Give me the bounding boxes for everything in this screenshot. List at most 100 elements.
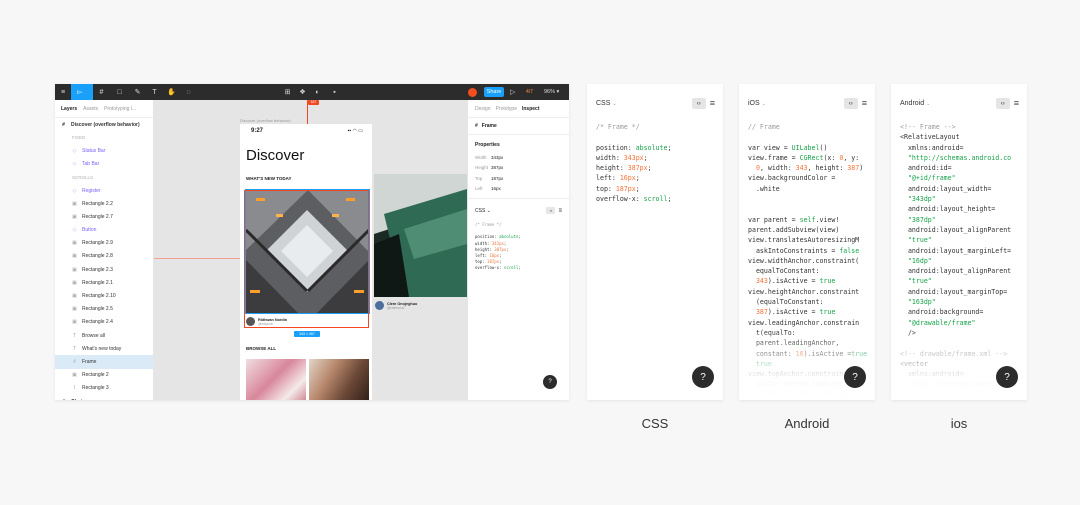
shape-tool-icon[interactable]: □: [113, 84, 126, 100]
layer-row[interactable]: ▣ Rectangle 2.1: [55, 276, 153, 289]
css-code-block[interactable]: /* Frame */ position: absolute; width: 3…: [596, 122, 721, 204]
layer-row[interactable]: # Discover (overflow behavior): [55, 118, 153, 131]
zoom-select[interactable]: 96% ▾: [544, 84, 559, 100]
layer-row[interactable]: ▣ Rectangle 2.4: [55, 316, 153, 329]
layer-row[interactable]: ▣ Rectangle 2.5: [55, 303, 153, 316]
property-value[interactable]: 16px: [491, 186, 501, 191]
layer-row[interactable]: FIXED: [55, 131, 153, 144]
property-value[interactable]: 343px: [491, 155, 503, 160]
tab-prototype[interactable]: Prototype: [496, 106, 517, 112]
layer-row[interactable]: ◇ Button: [55, 224, 153, 237]
grid-icon[interactable]: ⊞: [281, 84, 294, 100]
layer-row[interactable]: ▣ Rectangle 2: [55, 369, 153, 382]
frame-tool-icon[interactable]: #: [95, 84, 108, 100]
frame-name: Frame: [481, 123, 497, 129]
boolean-icon[interactable]: ▪: [328, 84, 341, 100]
text-tool-icon[interactable]: T: [148, 84, 161, 100]
frame-label[interactable]: Discover (overflow behavior): [240, 118, 291, 123]
canvas[interactable]: Discover (overflow behavior) 187 9:27 ▪▪…: [154, 100, 467, 400]
pink-photo[interactable]: [246, 359, 306, 400]
layer-row[interactable]: # Frame: [55, 355, 153, 369]
layer-label: What's new today: [82, 345, 122, 352]
help-button[interactable]: ?: [996, 366, 1018, 388]
pen-tool-icon[interactable]: ✎: [131, 84, 144, 100]
author-handle: @ridzjcob: [258, 321, 273, 326]
list-icon[interactable]: ≡: [862, 99, 867, 108]
list-icon[interactable]: ≡: [1014, 99, 1019, 108]
contrast-icon[interactable]: ◐: [311, 84, 324, 100]
layer-label: Browse all: [82, 332, 106, 339]
hand-tool-icon[interactable]: ✋: [165, 84, 178, 100]
status-time: 9:27: [251, 128, 264, 134]
code-line: top: 187px;: [475, 259, 502, 265]
layer-row[interactable]: I Rectangle 3: [55, 382, 153, 395]
property-list: Width 343px Height 387px Top 187px Left 16px: [475, 152, 562, 194]
code-view-button[interactable]: ‹›: [995, 98, 1010, 109]
code-language-select[interactable]: CSS ⌄: [475, 208, 491, 214]
list-icon[interactable]: ≡: [558, 208, 562, 214]
avatar: [375, 301, 384, 310]
code-view-button[interactable]: ‹›: [546, 207, 556, 214]
tab-assets[interactable]: Assets: [83, 106, 98, 112]
code-view-button[interactable]: ‹›: [691, 98, 706, 109]
android-code-card: Android ⌄ ‹› ≡ <!-- Frame --> <RelativeLa…: [891, 84, 1027, 400]
layer-label: Button: [82, 227, 97, 234]
scroll-fade: [891, 330, 1027, 400]
present-icon[interactable]: ▷: [510, 84, 515, 100]
text-layer-icon: T: [72, 345, 77, 352]
language-select[interactable]: CSS ⌄: [596, 100, 617, 107]
browse-all-heading: BROWSE ALL: [246, 346, 277, 351]
component-icon[interactable]: ❖: [296, 84, 309, 100]
layer-row[interactable]: SCROLLS: [55, 171, 153, 184]
property-value[interactable]: 187px: [491, 176, 503, 181]
scroll-fade: [587, 330, 723, 400]
layer-label: Rectangle 2.5: [82, 306, 113, 313]
tab-design[interactable]: Design: [475, 106, 491, 112]
figma-toolbar: ≡ ▻ ⌄ # □ ✎ T ✋ ◌ ⊞ ❖ ◐ ▪ Share ▷ 4/7 96%…: [55, 84, 569, 100]
tab-layers[interactable]: Layers: [61, 106, 77, 112]
comment-tool-icon[interactable]: ◌: [182, 84, 195, 100]
menu-icon[interactable]: ≡: [55, 84, 71, 100]
layer-row[interactable]: ▣ Rectangle 2.3: [55, 263, 153, 276]
author-row: Clem Onojeghuo @clemono2: [375, 301, 417, 310]
phone-frame[interactable]: 9:27 ▪▪ ◠ ▭ Discover WHAT'S NEW TODAY Ri…: [240, 124, 372, 400]
inspect-panel: Design Prototype Inspect # Frame Propert…: [467, 100, 569, 400]
language-select[interactable]: iOS ⌄: [748, 100, 766, 107]
layer-row[interactable]: ▣ Rectangle 2.2: [55, 197, 153, 210]
frame-icon: #: [475, 123, 478, 129]
code-view-button[interactable]: ‹›: [843, 98, 858, 109]
layer-row[interactable]: ◇ Register: [55, 184, 153, 197]
layer-row[interactable]: # Chats: [55, 395, 153, 400]
list-icon[interactable]: ≡: [710, 99, 715, 108]
layer-row[interactable]: ▣ Rectangle 2.7: [55, 210, 153, 223]
move-tool-button[interactable]: ▻ ⌄: [71, 84, 93, 100]
property-value[interactable]: 387px: [491, 165, 503, 170]
share-button[interactable]: Share: [484, 87, 504, 97]
top-measure-badge: 187: [308, 100, 319, 105]
car-photo[interactable]: [374, 174, 467, 297]
help-button[interactable]: ?: [844, 366, 866, 388]
language-select[interactable]: Android ⌄: [900, 100, 930, 107]
tab-inspect[interactable]: Inspect: [522, 106, 540, 112]
layer-row[interactable]: T Browse all: [55, 329, 153, 342]
layer-row[interactable]: ◇ Tab Bar: [55, 158, 153, 171]
help-button[interactable]: ?: [543, 375, 557, 389]
component-icon: ◇: [72, 161, 77, 168]
chevron-down-icon: ⌄: [83, 89, 87, 95]
code-snippet[interactable]: /* Frame */ position: absolute; width: 3…: [475, 222, 562, 272]
brown-photo[interactable]: [309, 359, 369, 400]
layer-row[interactable]: T What's new today: [55, 342, 153, 355]
layer-row[interactable]: ▣ Rectangle 2.9: [55, 237, 153, 250]
cursor-icon: ▻: [77, 89, 83, 96]
help-button[interactable]: ?: [692, 366, 714, 388]
tab-prototyping[interactable]: Prototyping l...: [104, 106, 136, 112]
layer-row[interactable]: ◇ Status Bar: [55, 144, 153, 157]
layer-label: Chats: [71, 399, 85, 400]
inspect-tabs: Design Prototype Inspect: [468, 100, 569, 118]
user-avatar[interactable]: [467, 84, 477, 100]
layer-row[interactable]: ▣ Rectangle 2.8: [55, 250, 153, 263]
layer-row[interactable]: ▣ Rectangle 2.10: [55, 289, 153, 302]
rectangle-icon: ▣: [72, 293, 77, 300]
rectangle-icon: ▣: [72, 372, 77, 379]
selection-box[interactable]: [244, 190, 369, 328]
